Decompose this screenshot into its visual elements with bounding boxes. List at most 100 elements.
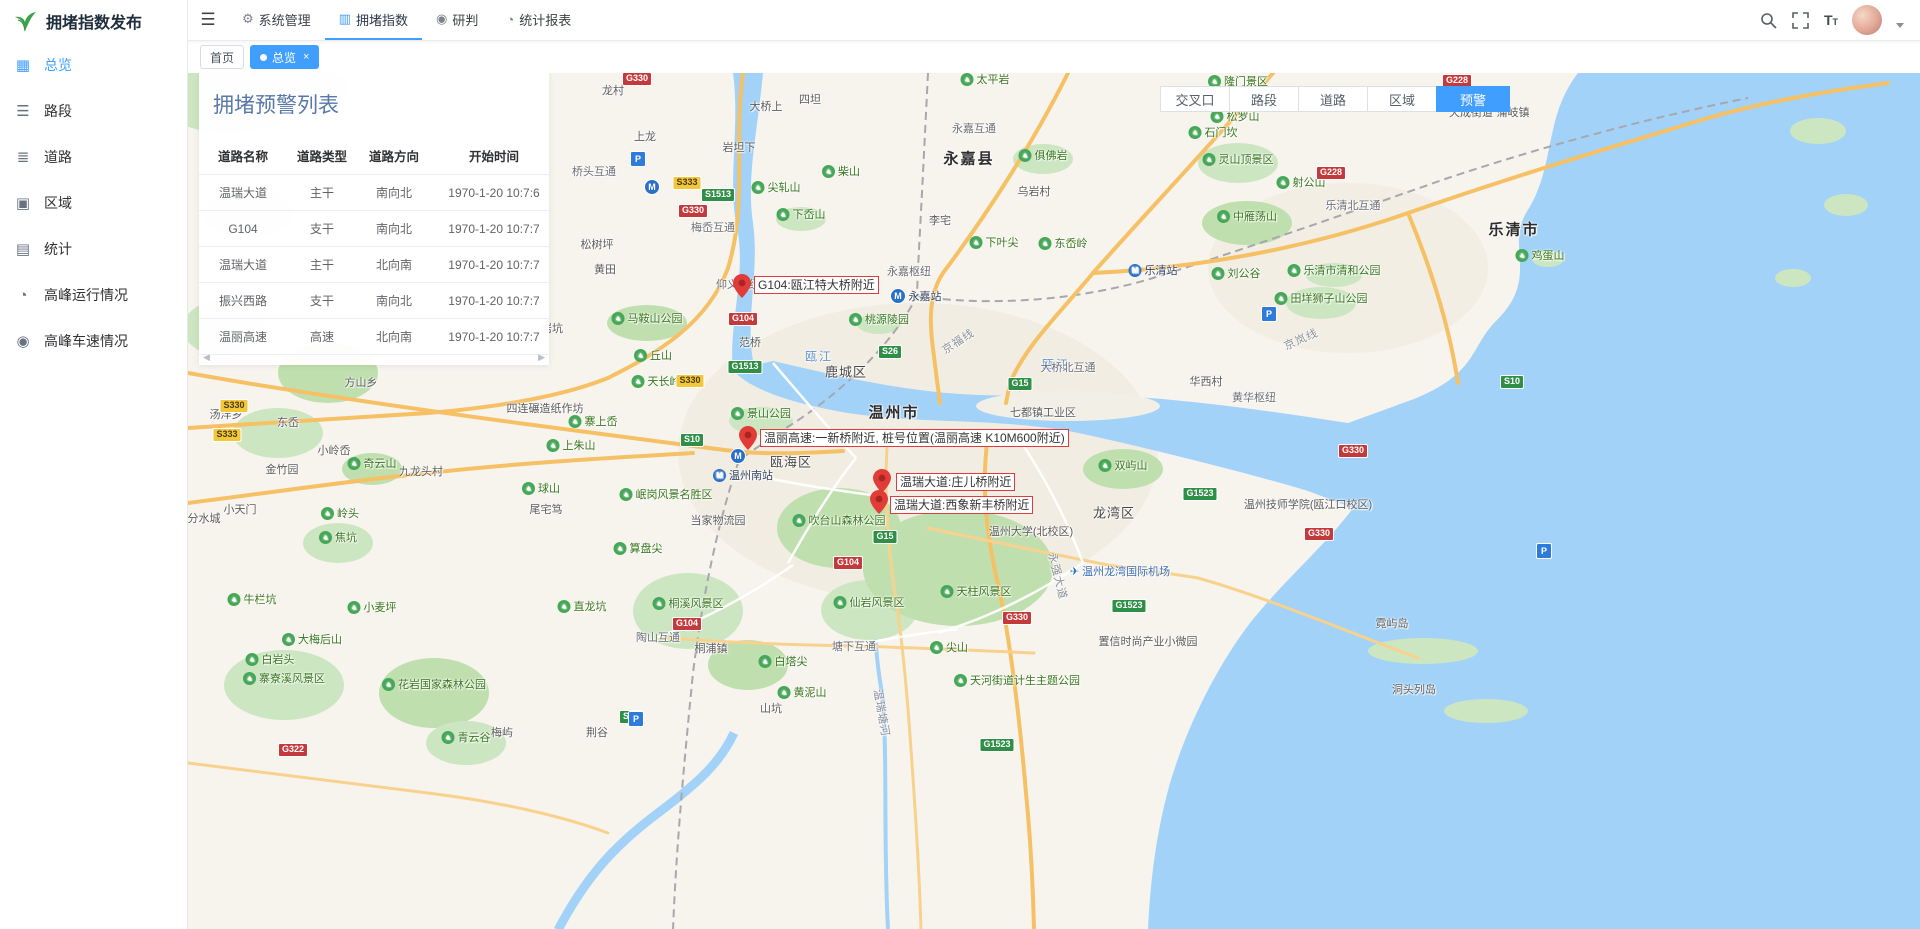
table-row[interactable]: G104支干南向北1970-1-20 10:7:71.194 xyxy=(199,211,549,247)
sidebar-item-peak-speed[interactable]: ◉高峰车速情况 xyxy=(0,318,187,364)
map-label-text: 范桥 xyxy=(739,334,761,350)
warning-panel-title: 拥堵预警列表 xyxy=(199,73,549,137)
map-control-button[interactable]: 区域 xyxy=(1367,86,1437,112)
map-label: ▲黄泥山 xyxy=(778,684,827,700)
map-label: 乐清市 xyxy=(1488,219,1539,240)
map-label-text: 黄田 xyxy=(594,261,616,277)
search-icon[interactable] xyxy=(1760,11,1778,29)
table-cell: 1970-1-20 10:7:6 xyxy=(431,175,549,211)
sidebar-item-label: 高峰运行情况 xyxy=(44,285,128,305)
overview-icon: ▦ xyxy=(14,56,32,74)
warning-pin-icon[interactable] xyxy=(739,426,757,455)
map-label-text: 分水城 xyxy=(188,510,221,526)
map-label: 洞头列岛 xyxy=(1392,681,1436,697)
sidebar-item-label: 总览 xyxy=(44,55,72,75)
sidebar-item-stats[interactable]: ▤统计 xyxy=(0,226,187,272)
warning-map-label[interactable]: G104:瓯江特大桥附近 xyxy=(754,276,879,294)
mountain-icon: ▲ xyxy=(777,208,790,221)
map-label: M乐清站 xyxy=(1129,262,1178,278)
sidebar-item-region[interactable]: ▣区域 xyxy=(0,180,187,226)
parking-icon: P xyxy=(1536,543,1552,559)
analysis-icon: ◉ xyxy=(436,11,447,27)
map-label: ▲马鞍山公园 xyxy=(612,310,683,326)
map-label-text: 俱佛岩 xyxy=(1035,147,1068,163)
map-label: 温州市 xyxy=(868,402,919,423)
map-control-button[interactable]: 道路 xyxy=(1298,86,1368,112)
map-label: ▲下叶尖 xyxy=(970,234,1019,250)
table-cell: 振兴西路 xyxy=(199,283,287,319)
map-label: 李宅 xyxy=(929,212,951,228)
tab-bar: 首页总览× xyxy=(188,41,1920,73)
mountain-icon: ▲ xyxy=(243,672,256,685)
road-shield: S10 xyxy=(1500,375,1524,389)
map-label-text: 岷岗风景名胜区 xyxy=(636,486,713,502)
table-cell: 支干 xyxy=(287,211,357,247)
warning-map-label[interactable]: 温丽高速:一新桥附近, 桩号位置(温丽高速 K10M600附近) xyxy=(760,429,1069,447)
warning-map-label[interactable]: 温瑞大道:西象新丰桥附近 xyxy=(890,496,1033,514)
warning-table-wrap[interactable]: 道路名称道路类型道路方向开始时间拥堵距离 温瑞大道主干南向北1970-1-20 … xyxy=(199,137,549,355)
map-label: 松树坪 xyxy=(581,236,614,252)
table-scroll-left[interactable]: ◀ xyxy=(203,352,210,363)
warning-pin-icon[interactable] xyxy=(733,274,751,303)
mountain-icon: ▲ xyxy=(1019,149,1032,162)
peakrun-icon: ◔ xyxy=(14,287,32,304)
topnav-item[interactable]: ◉研判 xyxy=(422,0,492,40)
map-label-text: 松树坪 xyxy=(581,236,614,252)
table-cell: 温瑞大道 xyxy=(199,175,287,211)
topnav-item[interactable]: ◔统计报表 xyxy=(492,0,585,40)
mountain-icon: ▲ xyxy=(1189,126,1202,139)
map-label-text: 瓯江 xyxy=(805,348,833,365)
map-label: 金竹园 xyxy=(266,461,299,477)
road-shield: S10 xyxy=(680,433,704,447)
map-label: ▲尖山 xyxy=(930,639,968,655)
avatar[interactable] xyxy=(1852,5,1882,35)
map-label-text: 当家物流园 xyxy=(691,512,746,528)
mountain-icon: ▲ xyxy=(1203,153,1216,166)
table-cell: 南向北 xyxy=(357,283,431,319)
map-label: ▲东岙岭 xyxy=(1039,235,1088,251)
map-control-button[interactable]: 预警 xyxy=(1436,86,1510,112)
table-row[interactable]: 温瑞大道主干北向南1970-1-20 10:7:70.626 xyxy=(199,247,549,283)
topnav-item[interactable]: ▥拥堵指数 xyxy=(325,0,422,40)
map-label-text: 桥头互通 xyxy=(572,163,616,179)
map-label: 永嘉互通 xyxy=(952,120,996,136)
map-label: ▲白岩头 xyxy=(246,651,295,667)
map-control-button[interactable]: 路段 xyxy=(1229,86,1299,112)
topnav-item[interactable]: ⚙系统管理 xyxy=(228,0,325,40)
table-cell: 高速 xyxy=(287,319,357,355)
sidebar-item-road[interactable]: ≣道路 xyxy=(0,134,187,180)
mountain-icon: ▲ xyxy=(228,593,241,606)
tab[interactable]: 首页 xyxy=(200,45,244,69)
map-label-text: 白岩头 xyxy=(262,651,295,667)
map-label: 桥头互通 xyxy=(572,163,616,179)
sidebar-item-segment[interactable]: ☰路段 xyxy=(0,88,187,134)
map-label-text: 马鞍山公园 xyxy=(628,310,683,326)
table-row[interactable]: 温丽高速高速北向南1970-1-20 10:7:70.5875 xyxy=(199,319,549,355)
map-label: 温州大学(北校区) xyxy=(989,523,1073,539)
map-label: M温州南站 xyxy=(713,467,773,483)
tab-close-icon[interactable]: × xyxy=(303,51,309,63)
map-label: 霓屿岛 xyxy=(1376,615,1409,631)
warning-pin-icon[interactable] xyxy=(870,490,888,519)
map-label: ▲刘公谷 xyxy=(1212,265,1261,281)
menu-collapse-icon[interactable]: ☰ xyxy=(188,0,228,40)
map-label-text: 下岙山 xyxy=(793,206,826,222)
mountain-icon: ▲ xyxy=(1217,210,1230,223)
warning-map-label[interactable]: 温瑞大道:庄儿桥附近 xyxy=(896,473,1015,491)
font-size-icon[interactable]: TT xyxy=(1824,12,1838,28)
chevron-down-icon[interactable] xyxy=(1896,23,1904,28)
table-row[interactable]: 温瑞大道主干南向北1970-1-20 10:7:60.562 xyxy=(199,175,549,211)
sidebar-item-overview[interactable]: ▦ 总览 xyxy=(0,42,187,88)
map-label: ▲大梅后山 xyxy=(282,631,342,647)
map-label: 陶山互通 xyxy=(636,629,680,645)
map-label-text: 温州龙湾国际机场 xyxy=(1082,563,1170,579)
table-scroll-right[interactable]: ▶ xyxy=(538,352,545,363)
table-row[interactable]: 振兴西路支干南向北1970-1-20 10:7:70.604 xyxy=(199,283,549,319)
tab[interactable]: 总览× xyxy=(250,45,319,69)
road-shield: S333 xyxy=(672,176,701,190)
parking-icon: P xyxy=(628,711,644,727)
fullscreen-icon[interactable] xyxy=(1792,11,1810,29)
sidebar-item-peak-run[interactable]: ◔ 高峰运行情况 xyxy=(0,272,187,318)
map-control-button[interactable]: 交叉口 xyxy=(1160,86,1230,112)
road-shield: G15 xyxy=(872,530,897,544)
